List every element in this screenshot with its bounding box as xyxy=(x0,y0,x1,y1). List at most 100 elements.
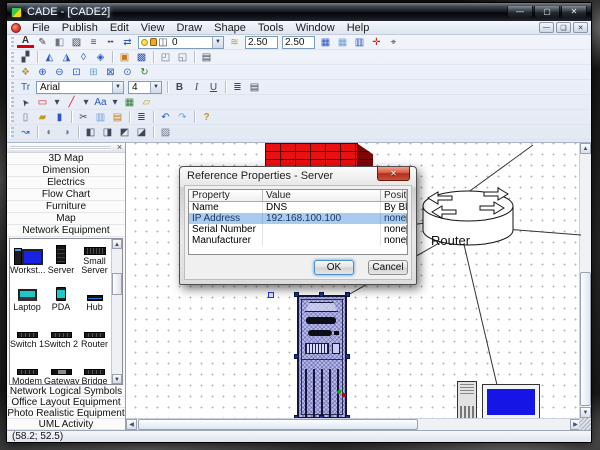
palette-item-gateway[interactable]: Gateway xyxy=(44,350,78,384)
menu-file[interactable]: File xyxy=(26,22,56,34)
grid-rows-icon[interactable]: ▥ xyxy=(351,36,368,49)
toolbar-grip[interactable] xyxy=(10,97,14,108)
ok-button[interactable]: OK xyxy=(314,260,354,275)
mdi-close-button[interactable]: ✕ xyxy=(573,22,588,33)
toolbar-grip[interactable] xyxy=(10,37,14,48)
zoom-selected-icon[interactable]: ⊙ xyxy=(119,66,136,79)
fill-icon[interactable]: ◧ xyxy=(51,36,68,49)
property-cell[interactable]: Serial Number xyxy=(189,224,263,235)
category-electrics[interactable]: Electrics xyxy=(7,177,125,189)
find-icon[interactable]: ⌖ xyxy=(385,36,402,49)
line-weight-icon[interactable]: ≡ xyxy=(85,36,102,49)
selection-handle[interactable] xyxy=(319,415,324,418)
text-tool-dropdown[interactable]: ▾ xyxy=(109,96,121,109)
table-row-name[interactable]: Name DNS By Block ▾ xyxy=(189,202,407,213)
palette-item-small-server[interactable]: Small Server xyxy=(78,239,111,276)
category-flow-chart[interactable]: Flow Chart xyxy=(7,189,125,201)
selection-handle[interactable] xyxy=(294,415,299,418)
layers-stack-icon[interactable]: ≋ xyxy=(226,36,243,49)
position-dropdown[interactable]: ▾ xyxy=(406,225,407,234)
arrows-icon[interactable]: ⇄ xyxy=(119,36,136,49)
toolbar-grip[interactable] xyxy=(10,112,14,123)
palette-item-pda[interactable]: PDA xyxy=(44,276,78,313)
category-uml-activity[interactable]: UML Activity xyxy=(7,419,125,430)
workstation-tower-shape[interactable] xyxy=(457,381,477,418)
category-office-layout-equipment[interactable]: Office Layout Equipment xyxy=(7,397,125,408)
horizontal-scroll-thumb[interactable] xyxy=(138,419,418,430)
text-color-icon[interactable]: A xyxy=(17,37,34,48)
corner-br-icon[interactable]: ◪ xyxy=(133,126,150,139)
minimize-button[interactable]: — xyxy=(507,6,533,19)
orbit-right-icon[interactable]: ◑ xyxy=(58,126,75,139)
table-row-serial-number[interactable]: Serial Number none ▾ xyxy=(189,224,407,235)
column-value[interactable]: Value xyxy=(263,190,381,201)
position-dropdown[interactable]: ▾ xyxy=(406,214,407,223)
cut-icon[interactable]: ✂ xyxy=(75,111,92,124)
property-cell[interactable]: IP Address xyxy=(189,213,263,224)
menu-publish[interactable]: Publish xyxy=(56,22,104,34)
server-rack-shape[interactable] xyxy=(297,295,347,418)
palette-scroll-thumb[interactable] xyxy=(112,273,122,295)
pattern-icon[interactable]: ▨ xyxy=(157,126,174,139)
corner-tl-icon[interactable]: ◧ xyxy=(82,126,99,139)
print-icon[interactable]: ≣ xyxy=(133,111,150,124)
save-icon[interactable]: ▮ xyxy=(51,111,68,124)
grid-major-icon[interactable]: ▦ xyxy=(317,36,334,49)
redo-icon[interactable]: ↷ xyxy=(174,111,191,124)
undo-icon[interactable]: ↶ xyxy=(157,111,174,124)
menu-window[interactable]: Window xyxy=(290,22,341,34)
scroll-up-icon[interactable]: ▲ xyxy=(112,239,122,249)
scroll-down-icon[interactable]: ▼ xyxy=(112,374,122,384)
select-back-icon[interactable]: ◱ xyxy=(174,51,191,64)
menu-help[interactable]: Help xyxy=(341,22,376,34)
value-cell[interactable]: 192.168.100.100 xyxy=(263,213,381,224)
menu-view[interactable]: View xyxy=(135,22,171,34)
menu-tools[interactable]: Tools xyxy=(252,22,290,34)
scroll-left-icon[interactable]: ◀ xyxy=(126,419,137,430)
hatch-icon[interactable]: ▨ xyxy=(68,36,85,49)
pan-icon[interactable]: ❖ xyxy=(17,66,34,79)
position-dropdown[interactable]: ▾ xyxy=(406,236,407,245)
category-photo-realistic-equipment[interactable]: Photo Realistic Equipment xyxy=(7,408,125,419)
line-tool-dropdown[interactable]: ▾ xyxy=(80,96,92,109)
toolbar-grip[interactable] xyxy=(10,127,14,138)
menu-draw[interactable]: Draw xyxy=(170,22,208,34)
grid-height-input[interactable] xyxy=(282,36,315,49)
font-combo[interactable]: Arial ▼ xyxy=(36,81,124,94)
vertical-scrollbar[interactable]: ▲ ▼ xyxy=(579,143,591,418)
category-network-equipment[interactable]: Network Equipment xyxy=(7,225,125,237)
paste-icon[interactable]: ▤ xyxy=(109,111,126,124)
palette-scrollbar[interactable]: ▲ ▼ xyxy=(111,239,122,384)
copy-object-icon[interactable]: ▣ xyxy=(116,51,133,64)
property-cell[interactable]: Name xyxy=(189,202,263,213)
menu-shape[interactable]: Shape xyxy=(208,22,252,34)
select-front-icon[interactable]: ◰ xyxy=(157,51,174,64)
palette-item-laptop[interactable]: Laptop xyxy=(10,276,44,313)
mdi-minimize-button[interactable]: — xyxy=(539,22,554,33)
mdi-restore-button[interactable]: ❏ xyxy=(556,22,571,33)
palette-item-hub[interactable]: Hub xyxy=(78,276,111,313)
position-cell[interactable]: none ▾ xyxy=(381,224,407,235)
stamp-tool-icon[interactable]: ▱ xyxy=(138,96,155,109)
selection-handle[interactable] xyxy=(294,292,299,297)
text-tool-icon[interactable]: Aa xyxy=(92,96,109,109)
overlap-icon[interactable]: ▩ xyxy=(133,51,150,64)
rectangle-tool-icon[interactable]: ▭ xyxy=(34,96,51,109)
panel-grip[interactable] xyxy=(10,146,111,150)
line-tool-icon[interactable]: ╱ xyxy=(63,96,80,109)
pencil-icon[interactable]: ✎ xyxy=(34,36,51,49)
scroll-up-icon[interactable]: ▲ xyxy=(580,143,591,154)
zoom-window-icon[interactable]: ⊡ xyxy=(68,66,85,79)
value-cell[interactable]: DNS xyxy=(263,202,381,213)
maximize-button[interactable]: ▢ xyxy=(534,6,560,19)
object-properties-icon[interactable]: ▤ xyxy=(198,51,215,64)
title-bar[interactable]: CADE - [CADE2] — ▢ ✕ xyxy=(7,3,591,21)
rotate-right-icon[interactable]: ◈ xyxy=(92,51,109,64)
scroll-down-icon[interactable]: ▼ xyxy=(580,407,591,418)
help-icon[interactable]: ? xyxy=(198,111,215,124)
category-dimension[interactable]: Dimension xyxy=(7,165,125,177)
underline-button[interactable]: U xyxy=(205,81,222,94)
selection-handle[interactable] xyxy=(319,292,324,297)
palette-item-workstation[interactable]: Workst... xyxy=(10,239,44,276)
menu-edit[interactable]: Edit xyxy=(104,22,135,34)
